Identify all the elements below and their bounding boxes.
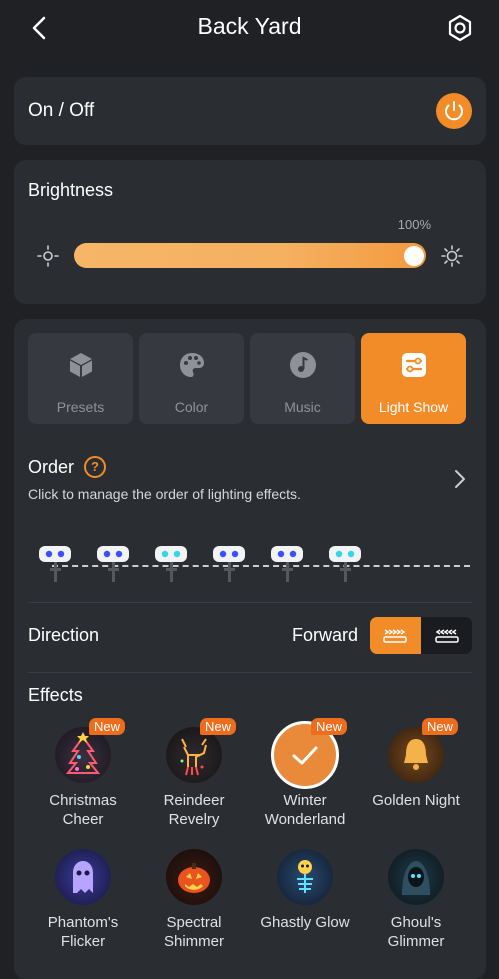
effect-name: Phantom's Flicker — [47, 914, 119, 950]
checkmark-icon — [292, 746, 318, 765]
brightness-card: Brightness 100% — [14, 160, 486, 304]
new-badge: New — [200, 718, 237, 735]
effect-winter-wonderland[interactable]: New Winter Wonderland — [250, 718, 360, 847]
effect-ghouls-glimmer[interactable]: Ghoul's Glimmer — [361, 849, 471, 969]
ghost-icon — [55, 849, 111, 905]
lamp-icon — [213, 546, 245, 582]
hooded-ghoul-icon — [388, 849, 444, 905]
sliders-icon — [402, 353, 426, 377]
brightness-slider-knob[interactable] — [404, 245, 424, 266]
lamp-icon — [329, 546, 361, 582]
palette-icon — [180, 353, 204, 377]
help-icon[interactable]: ? — [84, 456, 106, 478]
brightness-slider[interactable] — [74, 243, 426, 268]
effect-phantoms-flicker[interactable]: Phantom's Flicker — [28, 849, 138, 969]
tab-color[interactable]: Color — [139, 333, 244, 424]
music-note-icon — [290, 352, 316, 378]
lamp-icon — [155, 546, 187, 582]
lamp-icon — [97, 546, 129, 582]
tab-presets-label: Presets — [56, 399, 105, 415]
divider — [28, 672, 472, 673]
reverse-chevrons-icon — [435, 629, 459, 643]
reindeer-icon — [166, 727, 222, 783]
pumpkin-icon — [166, 849, 222, 905]
page-title: Back Yard — [197, 13, 302, 39]
effect-ghastly-glow[interactable]: Ghastly Glow — [250, 849, 360, 969]
sun-small-icon — [37, 245, 59, 267]
lamp-icon — [271, 546, 303, 582]
effect-name: Christmas Cheer — [49, 792, 117, 828]
header: Back Yard — [0, 0, 499, 56]
direction-toggle — [370, 617, 472, 654]
tab-music[interactable]: Music — [250, 333, 355, 424]
brightness-title: Brightness — [28, 180, 114, 200]
direction-value: Forward — [291, 625, 358, 645]
brightness-value: 100% — [397, 217, 431, 232]
tab-light-show-label: Light Show — [378, 399, 449, 415]
lamp-icon — [39, 546, 71, 582]
power-icon — [445, 101, 463, 121]
effect-spectral-shimmer[interactable]: Spectral Shimmer — [139, 849, 249, 969]
power-label: On / Off — [28, 100, 95, 121]
effect-reindeer-revelry[interactable]: New Reindeer Revelry — [139, 718, 249, 847]
effects-title: Effects — [28, 685, 83, 705]
tab-light-show[interactable]: Light Show — [361, 333, 466, 424]
cube-icon — [70, 353, 92, 377]
direction-label: Direction — [28, 625, 100, 645]
power-button[interactable] — [436, 93, 472, 129]
forward-chevrons-icon — [383, 629, 407, 643]
new-badge: New — [422, 718, 459, 735]
order-description[interactable]: Click to manage the order of lighting ef… — [28, 486, 301, 502]
tab-color-label: Color — [174, 399, 209, 415]
skeleton-icon — [277, 849, 333, 905]
settings-hex-icon[interactable] — [445, 13, 475, 43]
effect-golden-night[interactable]: New Golden Night — [361, 718, 471, 847]
effect-name: Ghoul's Glimmer — [387, 914, 445, 950]
bell-icon — [388, 727, 444, 783]
tab-music-label: Music — [284, 399, 321, 415]
mode-card: Presets Color Music Light Show Order ? C… — [14, 319, 486, 979]
christmas-tree-icon — [55, 727, 111, 783]
new-badge: New — [311, 718, 348, 735]
power-card: On / Off — [14, 77, 486, 145]
sun-large-icon — [441, 245, 463, 267]
new-badge: New — [89, 718, 126, 735]
light-order-preview — [28, 541, 470, 589]
effect-name: Reindeer Revelry — [163, 792, 225, 828]
effect-name: Spectral Shimmer — [163, 914, 224, 950]
effect-christmas-cheer[interactable]: New Christmas Cheer — [28, 718, 138, 847]
direction-forward-button[interactable] — [370, 617, 421, 654]
direction-reverse-button[interactable] — [421, 617, 472, 654]
effect-name: Golden Night — [372, 792, 460, 809]
effect-name: Winter Wonderland — [264, 792, 346, 828]
tab-presets[interactable]: Presets — [28, 333, 133, 424]
chevron-right-icon[interactable] — [454, 469, 466, 489]
effect-name: Ghastly Glow — [260, 914, 350, 931]
order-title: Order — [28, 457, 75, 477]
divider — [28, 602, 472, 603]
